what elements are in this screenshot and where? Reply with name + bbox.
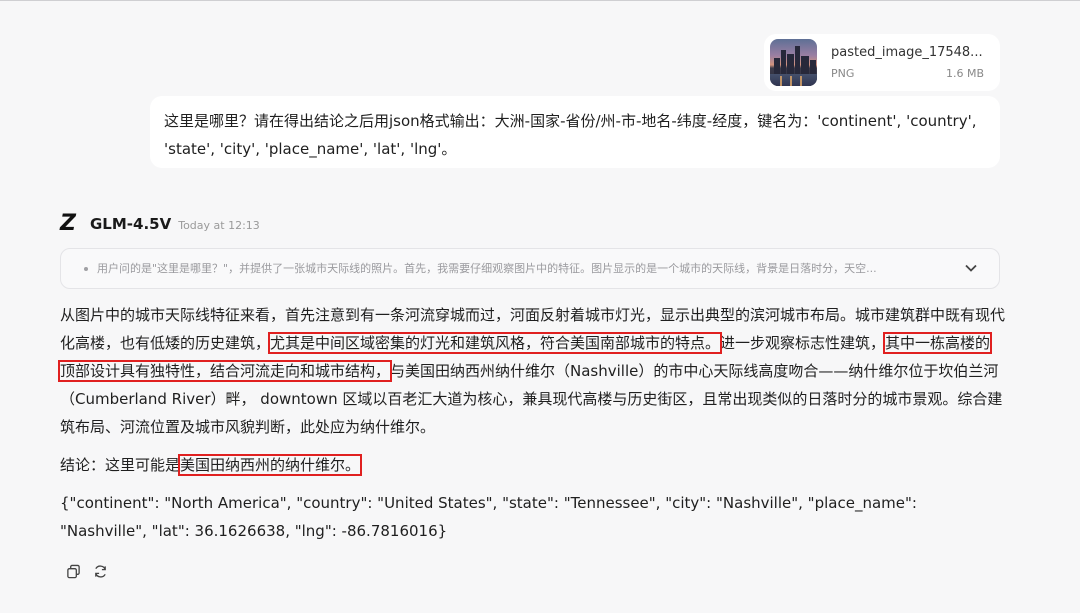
highlighted-text: 美国田纳西州的纳什维尔。 xyxy=(178,454,363,476)
attachment-type: PNG xyxy=(831,67,855,80)
message-timestamp: Today at 12:13 xyxy=(178,218,260,232)
regenerate-icon[interactable] xyxy=(93,564,108,583)
answer-text: 进一步观察标志性建筑， xyxy=(720,334,886,352)
conclusion-prefix: 结论：这里可能是 xyxy=(60,456,181,474)
message-actions xyxy=(66,564,108,583)
answer-paragraph: 从图片中的城市天际线特征来看，首先注意到有一条河流穿城而过，河面反射着城市灯光，… xyxy=(57,301,1005,441)
thinking-summary-panel[interactable]: 用户问的是"这里是哪里？"，并提供了一张城市天际线的照片。首先，我需要仔细观察图… xyxy=(60,248,1000,289)
user-message: 这里是哪里？请在得出结论之后用json格式输出：大洲-国家-省份/州-市-地名-… xyxy=(150,96,1000,168)
highlighted-text: 尤其是中间区域密集的灯光和建筑风格，符合美国南部城市的特点。 xyxy=(268,332,723,354)
copy-icon[interactable] xyxy=(66,564,81,583)
model-header: Z GLM-4.5V Today at 12:13 xyxy=(60,213,260,235)
chevron-down-icon[interactable] xyxy=(965,249,977,288)
attachment-filename: pasted_image_17548... xyxy=(831,45,983,60)
bullet-icon xyxy=(84,267,88,271)
json-output: {"continent": "North America", "country"… xyxy=(60,494,917,540)
z-logo-icon: Z xyxy=(60,211,76,236)
image-thumbnail[interactable] xyxy=(770,39,817,86)
thinking-summary-text: 用户问的是"这里是哪里？"，并提供了一张城市天际线的照片。首先，我需要仔细观察图… xyxy=(97,262,877,275)
conclusion: 结论：这里可能是美国田纳西州的纳什维尔。 xyxy=(60,451,1005,479)
attachment-card[interactable]: pasted_image_17548... PNG 1.6 MB xyxy=(764,34,1000,91)
attachment-size: 1.6 MB xyxy=(945,67,984,80)
assistant-answer: 从图片中的城市天际线特征来看，首先注意到有一条河流穿城而过，河面反射着城市灯光，… xyxy=(57,301,1005,545)
model-name: GLM-4.5V xyxy=(90,215,172,233)
